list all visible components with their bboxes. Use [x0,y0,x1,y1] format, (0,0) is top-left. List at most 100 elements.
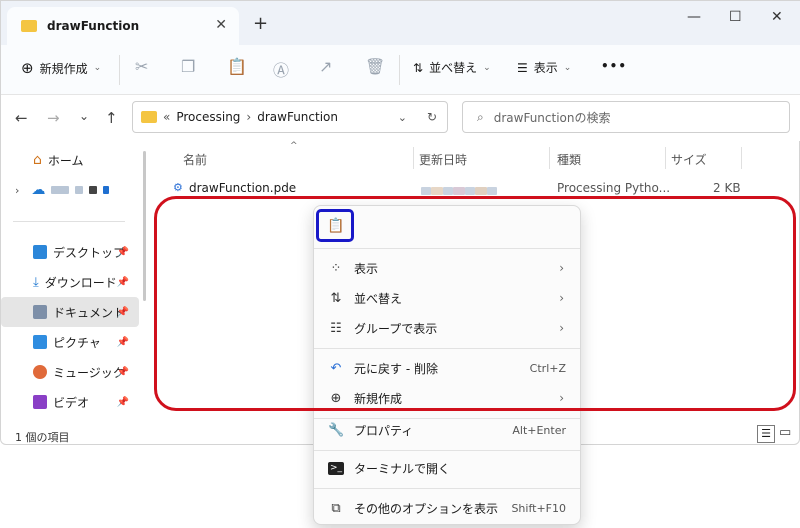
view-label: 表示 [533,61,558,75]
address-bar[interactable]: « Processing › drawFunction ⌄ ↻ [132,101,448,133]
redacted-account-name [51,186,70,194]
minimize-icon[interactable]: — [687,9,701,25]
breadcrumb-processing[interactable]: Processing [176,110,240,124]
menu-divider [314,450,580,451]
column-divider[interactable] [413,147,414,169]
recent-chevron-icon[interactable]: ⌄ [79,109,89,123]
sidebar-item-label: ミュージック [53,365,125,380]
home-icon: ⌂ [33,152,42,168]
sidebar-item-pictures[interactable]: ピクチャ 📌 [1,327,139,357]
sidebar-item-label: デスクトップ [53,245,126,260]
new-tab-icon[interactable]: + [253,13,268,34]
title-bar: drawFunction ✕ + — ☐ ✕ [1,1,800,45]
download-icon: ⤓ [33,274,39,290]
pin-icon: 📌 [116,246,129,258]
column-divider[interactable] [549,147,550,169]
column-header-size[interactable]: サイズ [671,151,707,168]
copy-icon[interactable]: ❐ [181,57,195,76]
more-options-icon: ⧉ [331,500,341,516]
search-icon: ⌕ [477,109,484,124]
file-type: Processing Pytho... [557,181,671,195]
sidebar-item-label: ホーム [47,153,84,168]
wrench-icon: 🔧 [328,422,345,438]
terminal-icon: >_ [328,461,344,475]
menu-highlight-box [154,196,796,411]
file-name[interactable]: drawFunction.pde [189,181,296,195]
chevron-down-icon: ⌄ [483,62,491,73]
maximize-icon[interactable]: ☐ [729,9,742,25]
music-icon [33,365,47,379]
menu-item-label: プロパティ [354,423,414,438]
breadcrumb-drawfunction[interactable]: drawFunction [257,110,338,124]
chevron-right-icon: › [15,183,20,197]
close-window-icon[interactable]: ✕ [771,9,783,25]
folder-icon [21,20,37,32]
video-icon [33,395,47,409]
close-tab-icon[interactable]: ✕ [215,17,227,33]
menu-item-properties[interactable]: 🔧 プロパティ Alt+Enter [314,416,580,444]
plus-circle-icon: ⊕ [21,59,34,77]
new-label: 新規作成 [39,61,88,76]
tiles-view-icon[interactable]: ▭ [779,425,791,440]
sidebar-item-music[interactable]: ミュージック 📌 [1,357,139,387]
sidebar-item-home[interactable]: ⌂ ホーム [1,145,139,175]
forward-icon[interactable]: → [47,109,60,127]
sidebar: ⌂ ホーム › ☁ デスクトップ 📌 ⤓ ダウンロード 📌 ドキュメント 📌 ピ… [1,141,141,421]
redacted-account-name [103,186,110,194]
menu-item-more-options[interactable]: ⧉ その他のオプションを表示 Shift+F10 [314,494,580,522]
pin-icon: 📌 [116,366,129,378]
pin-icon: 📌 [116,276,129,288]
folder-icon [141,111,157,123]
address-dropdown-icon[interactable]: ⌄ [398,111,407,124]
cut-icon[interactable]: ✂ [135,57,148,76]
rename-icon[interactable]: Ⓐ [273,57,289,81]
share-icon[interactable]: ↗ [319,57,332,76]
divider [399,55,400,85]
shortcut-label: Alt+Enter [512,423,566,437]
divider [119,55,120,85]
item-count: 1 個の項目 [15,431,70,444]
chevron-down-icon: ⌄ [563,62,572,73]
command-bar: ⊕ 新規作成 ⌄ ✂ ❐ 📋 Ⓐ ↗ 🗑 ⇅ 並べ替え ⌄ ☰ 表示 ⌄ ••• [1,45,800,95]
back-icon[interactable]: ← [15,109,28,127]
sidebar-item-downloads[interactable]: ⤓ ダウンロード 📌 [1,267,139,297]
sidebar-item-documents[interactable]: ドキュメント 📌 [1,297,139,327]
sidebar-scrollbar[interactable] [143,151,146,301]
view-button[interactable]: ☰ 表示 ⌄ [517,59,571,76]
sort-button[interactable]: ⇅ 並べ替え ⌄ [413,59,491,76]
file-icon: ⚙ [173,181,183,194]
search-placeholder: drawFunctionの検索 [493,110,611,125]
more-options-icon[interactable]: ••• [601,59,627,73]
sidebar-item-onedrive[interactable]: › ☁ [1,175,139,205]
menu-divider [314,488,580,489]
address-overflow[interactable]: « [163,110,170,124]
menu-item-open-terminal[interactable]: >_ ターミナルで開く [314,454,580,482]
pin-icon: 📌 [116,336,129,348]
cloud-icon: ☁ [31,182,46,198]
breadcrumb-separator: › [246,110,252,124]
search-box[interactable]: ⌕ drawFunctionの検索 [462,101,790,133]
column-header-name[interactable]: 名前 [183,151,207,168]
paste-icon[interactable]: 📋 [227,57,247,76]
sidebar-item-videos[interactable]: ビデオ 📌 [1,387,139,417]
window-tab[interactable]: drawFunction ✕ [7,7,239,45]
tab-title: drawFunction [47,19,140,33]
sidebar-item-label: ピクチャ [53,335,101,350]
up-icon[interactable]: ↑ [105,109,118,127]
column-divider[interactable] [741,147,742,169]
column-header-date[interactable]: 更新日時 [419,151,467,168]
shortcut-label: Shift+F10 [511,501,566,515]
file-size: 2 KB [713,181,741,195]
column-header-type[interactable]: 種類 [557,151,581,168]
new-button[interactable]: ⊕ 新規作成 ⌄ [21,59,101,77]
column-divider[interactable] [665,147,666,169]
sidebar-item-desktop[interactable]: デスクトップ 📌 [1,237,139,267]
menu-item-label: その他のオプションを表示 [354,501,499,516]
sort-label: 並べ替え [429,61,478,75]
details-view-icon[interactable]: ☰ [757,425,775,443]
delete-icon[interactable]: 🗑 [365,57,385,76]
pin-icon: 📌 [116,396,129,408]
sidebar-item-label: ドキュメント [53,305,126,320]
refresh-icon[interactable]: ↻ [427,110,437,124]
sidebar-item-label: ビデオ [53,395,90,410]
